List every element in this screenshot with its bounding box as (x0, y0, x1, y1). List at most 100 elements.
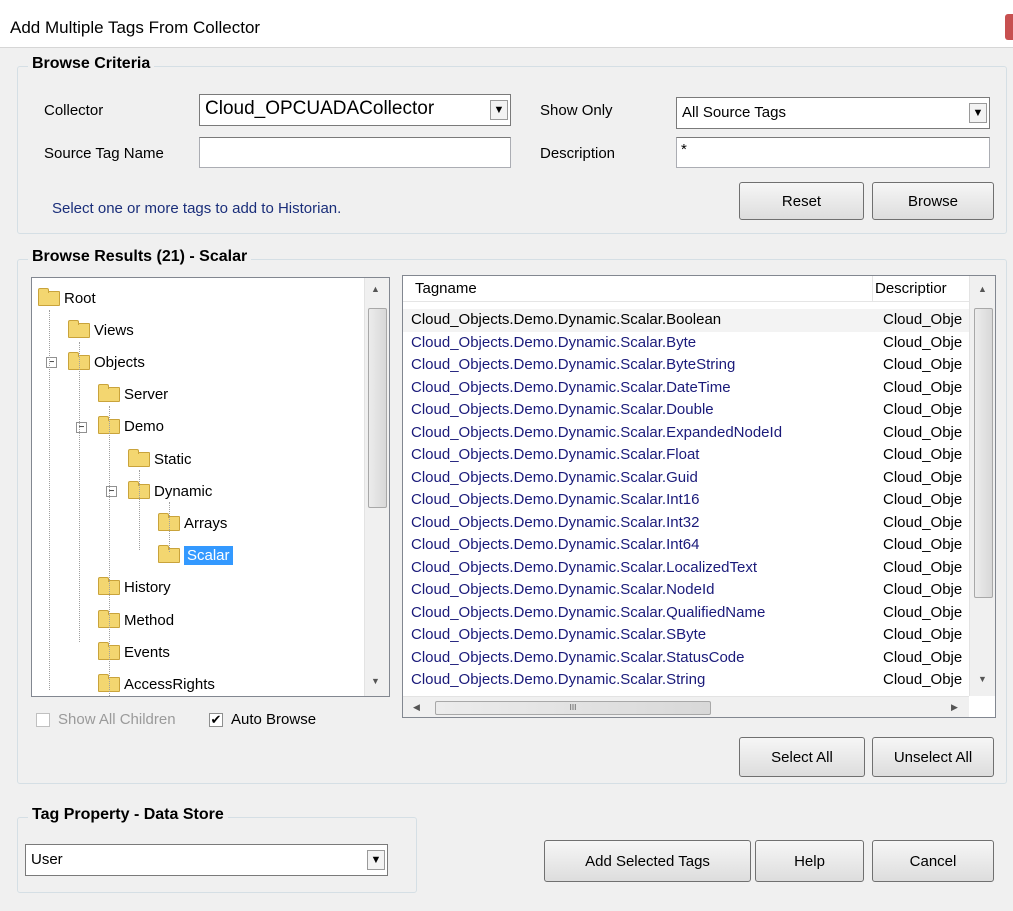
description-input[interactable]: * (676, 137, 990, 168)
collector-label: Collector (44, 102, 104, 119)
tag-table[interactable]: Tagname Descriptior Cloud_Objects.Demo.D… (402, 275, 996, 718)
column-divider[interactable] (872, 276, 873, 302)
table-vscroll-thumb[interactable] (974, 308, 993, 598)
reset-button[interactable]: Reset (739, 182, 864, 220)
window-title: Add Multiple Tags From Collector (10, 18, 261, 37)
tree-item-label: Root (64, 289, 96, 307)
folder-icon (98, 384, 120, 403)
table-row[interactable]: Cloud_Objects.Demo.Dynamic.Scalar.Status… (403, 647, 969, 670)
tree-item-demo[interactable]: Demo (98, 415, 164, 439)
chevron-down-icon[interactable]: ▼ (367, 850, 385, 870)
tree-connector-line (139, 470, 140, 550)
collector-value: Cloud_OPCUADACollector (205, 98, 435, 119)
table-header: Tagname Descriptior (403, 276, 995, 302)
tree-item-root[interactable]: Root (38, 286, 96, 310)
tree-connector-line (79, 342, 80, 642)
auto-browse-checkbox[interactable]: ✔ Auto Browse (209, 711, 316, 728)
tree-item-label: Scalar (184, 546, 233, 566)
table-row[interactable]: Cloud_Objects.Demo.Dynamic.Scalar.Qualif… (403, 602, 969, 625)
table-row[interactable]: Cloud_Objects.Demo.Dynamic.Scalar.Int64 C… (403, 534, 969, 557)
tagname-cell: Cloud_Objects.Demo.Dynamic.Scalar.NodeId (411, 581, 715, 598)
chevron-down-icon[interactable]: ▼ (969, 103, 987, 123)
tree-item-label: Demo (124, 418, 165, 436)
tree-item-views[interactable]: Views (68, 318, 134, 342)
cancel-button[interactable]: Cancel (872, 840, 994, 882)
table-horizontal-scrollbar[interactable]: ◀ III ▶ (403, 696, 969, 717)
table-row[interactable]: Cloud_Objects.Demo.Dynamic.Scalar.DateTi… (403, 377, 969, 400)
tagname-cell: Cloud_Objects.Demo.Dynamic.Scalar.Guid (411, 468, 698, 486)
unselect-all-button[interactable]: Unselect All (872, 737, 994, 777)
data-store-select[interactable]: User ▼ (25, 844, 388, 876)
collapse-icon[interactable]: − (46, 357, 57, 369)
scroll-up-icon[interactable]: ▲ (371, 284, 380, 294)
browse-criteria-legend: Browse Criteria (28, 55, 155, 73)
column-header-tagname[interactable]: Tagname (415, 280, 477, 297)
scroll-down-icon[interactable]: ▼ (371, 676, 380, 686)
tree-item-static[interactable]: Static (128, 447, 192, 471)
column-header-description[interactable]: Descriptior (875, 280, 947, 297)
browse-button[interactable]: Browse (872, 182, 994, 220)
table-row[interactable]: Cloud_Objects.Demo.Dynamic.Scalar.Int32 C… (403, 512, 969, 535)
table-row[interactable]: Cloud_Objects.Demo.Dynamic.Scalar.ByteSt… (403, 354, 969, 377)
scroll-down-icon[interactable]: ▼ (978, 674, 987, 684)
chevron-down-icon[interactable]: ▼ (490, 100, 508, 120)
table-row[interactable]: Cloud_Objects.Demo.Dynamic.Scalar.String… (403, 669, 969, 689)
tree-scrollbar[interactable]: ▲ ▼ (364, 278, 389, 696)
show-only-select[interactable]: All Source Tags ▼ (676, 97, 990, 129)
table-hscroll-thumb[interactable]: III (435, 701, 711, 715)
description-cell: Cloud_Obje (883, 356, 963, 373)
tree-item-dynamic[interactable]: Dynamic (128, 479, 212, 503)
tree-item-accessrights[interactable]: AccessRights (98, 672, 215, 696)
description-cell: Cloud_Obje (883, 671, 963, 688)
tree-connector-line (49, 310, 50, 690)
tagname-cell: Cloud_Objects.Demo.Dynamic.Scalar.Int64 (411, 536, 700, 553)
collapse-icon[interactable]: − (106, 486, 117, 498)
description-cell: Cloud_Obje (883, 491, 963, 508)
collapse-icon[interactable]: − (76, 421, 87, 433)
tagname-cell: Cloud_Objects.Demo.Dynamic.Scalar.Expand… (411, 423, 783, 441)
table-row[interactable]: Cloud_Objects.Demo.Dynamic.Scalar.Double… (403, 399, 969, 422)
tree-connector-line (109, 406, 110, 696)
auto-browse-label: Auto Browse (231, 711, 317, 728)
table-row[interactable]: Cloud_Objects.Demo.Dynamic.Scalar.Int16 C… (403, 489, 969, 512)
table-row[interactable]: Cloud_Objects.Demo.Dynamic.Scalar.Locali… (403, 557, 969, 580)
table-row[interactable]: Cloud_Objects.Demo.Dynamic.Scalar.SByte C… (403, 624, 969, 647)
help-button[interactable]: Help (755, 840, 864, 882)
tagname-cell: Cloud_Objects.Demo.Dynamic.Scalar.Boolea… (411, 311, 722, 328)
description-cell: Cloud_Obje (883, 536, 963, 553)
collector-select[interactable]: Cloud_OPCUADACollector ▼ (199, 94, 511, 126)
select-all-button[interactable]: Select All (739, 737, 865, 777)
table-row[interactable]: Cloud_Objects.Demo.Dynamic.Scalar.Float C… (403, 444, 969, 467)
tagname-cell: Cloud_Objects.Demo.Dynamic.Scalar.Locali… (411, 558, 757, 576)
tagname-cell: Cloud_Objects.Demo.Dynamic.Scalar.Int32 (411, 513, 700, 531)
table-row[interactable]: Cloud_Objects.Demo.Dynamic.Scalar.Expand… (403, 422, 969, 445)
description-label: Description (540, 145, 616, 162)
data-store-value: User (31, 851, 63, 868)
close-icon[interactable] (1005, 14, 1013, 40)
source-tag-name-input[interactable] (199, 137, 511, 168)
hint-text: Select one or more tags to add to Histor… (52, 200, 342, 217)
tagname-cell: Cloud_Objects.Demo.Dynamic.Scalar.Float (411, 446, 700, 463)
scroll-left-icon[interactable]: ◀ (413, 702, 420, 713)
tree-item-server[interactable]: Server (98, 383, 168, 407)
table-row[interactable]: Cloud_Objects.Demo.Dynamic.Scalar.Byte Cl… (403, 332, 969, 355)
folder-icon (68, 319, 90, 338)
table-row[interactable]: Cloud_Objects.Demo.Dynamic.Scalar.Boolea… (403, 309, 969, 332)
tree-scroll-thumb[interactable] (368, 308, 387, 508)
scroll-right-icon[interactable]: ▶ (951, 702, 958, 713)
scroll-up-icon[interactable]: ▲ (978, 284, 987, 294)
tagname-cell: Cloud_Objects.Demo.Dynamic.Scalar.Qualif… (411, 603, 766, 621)
table-vertical-scrollbar[interactable]: ▲ ▼ (969, 276, 995, 696)
tagname-cell: Cloud_Objects.Demo.Dynamic.Scalar.Status… (411, 648, 745, 666)
table-body: Cloud_Objects.Demo.Dynamic.Scalar.Boolea… (403, 309, 969, 689)
show-all-children-checkbox[interactable]: Show All Children (36, 711, 176, 728)
add-selected-tags-button[interactable]: Add Selected Tags (544, 840, 751, 882)
tree-item-label: AccessRights (124, 675, 215, 693)
tree-view[interactable]: Root Views Objects − Server Demo − Static Dynami… (31, 277, 390, 697)
table-row[interactable]: Cloud_Objects.Demo.Dynamic.Scalar.NodeId… (403, 579, 969, 602)
table-row[interactable]: Cloud_Objects.Demo.Dynamic.Scalar.Guid Cl… (403, 467, 969, 490)
tagname-cell: Cloud_Objects.Demo.Dynamic.Scalar.Int16 (411, 491, 700, 508)
tagname-cell: Cloud_Objects.Demo.Dynamic.Scalar.String (411, 671, 706, 688)
tagname-cell: Cloud_Objects.Demo.Dynamic.Scalar.Double (411, 401, 714, 418)
tree-item-label: Events (124, 643, 170, 661)
